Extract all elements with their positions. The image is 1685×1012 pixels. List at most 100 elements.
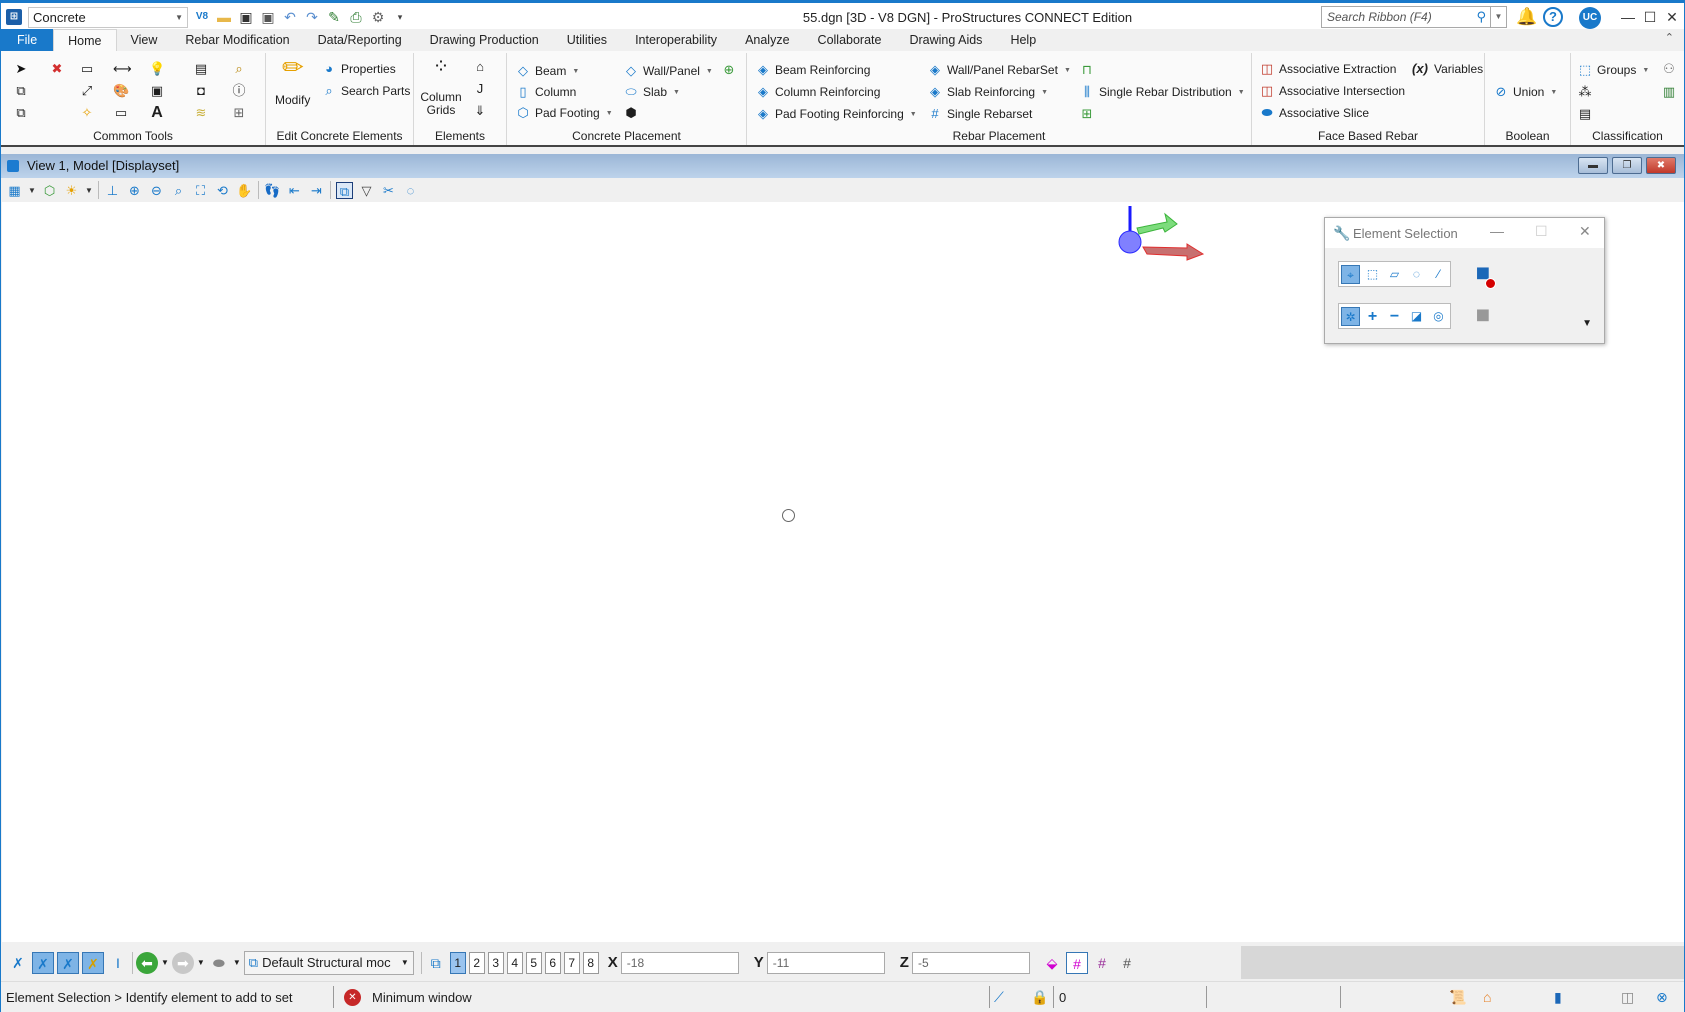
display-style-icon[interactable]: ⬡ bbox=[41, 182, 58, 199]
individual-method-icon[interactable]: ⌖ bbox=[1341, 264, 1360, 284]
wall-panel-button[interactable]: ◇ Wall/Panel ▼ bbox=[623, 63, 713, 79]
tab-view[interactable]: View bbox=[117, 29, 172, 51]
union-button[interactable]: ⊘ Union ▼ bbox=[1493, 84, 1558, 100]
home-icon[interactable]: ⌂ bbox=[1483, 989, 1491, 1005]
cell-icon[interactable]: ⊞ bbox=[231, 105, 247, 121]
app-logo-icon[interactable]: ⊞ bbox=[6, 9, 22, 25]
view-close-button[interactable]: ✖ bbox=[1646, 157, 1676, 174]
view-button-4[interactable]: 4 bbox=[506, 951, 523, 974]
classification-icon[interactable]: ▤ bbox=[1577, 106, 1593, 122]
new-mode-icon[interactable]: ✲ bbox=[1341, 306, 1360, 326]
search-dropdown-button[interactable]: ▼ bbox=[1491, 6, 1507, 28]
variables-button[interactable]: (x) Variables bbox=[1410, 61, 1483, 77]
column-reinforcing-button[interactable]: ◈ Column Reinforcing bbox=[755, 84, 880, 100]
document-icon[interactable]: ▤ bbox=[193, 61, 209, 77]
maximize-button[interactable]: ☐ bbox=[1640, 8, 1660, 26]
expand-dialog-icon[interactable]: ▼ bbox=[1582, 318, 1592, 329]
people-icon[interactable]: ⚇ bbox=[1661, 61, 1677, 77]
view-button-8[interactable]: 8 bbox=[582, 951, 599, 974]
workflow-combo[interactable]: Concrete ▼ bbox=[28, 7, 188, 28]
search-ribbon-input[interactable]: Search Ribbon (F4) ⚲ bbox=[1321, 6, 1491, 28]
palette-icon[interactable]: 🎨 bbox=[113, 83, 129, 99]
chevron-down-icon[interactable]: ▼ bbox=[28, 182, 36, 199]
notification-bell-icon[interactable]: 🔔 bbox=[1516, 7, 1537, 27]
properties-button[interactable]: ◕ Properties bbox=[321, 61, 396, 77]
chevron-down-icon[interactable]: ▼ bbox=[161, 958, 169, 967]
move-element-icon[interactable]: ⧉ bbox=[13, 105, 29, 121]
next-view-icon[interactable]: ⇥ bbox=[308, 182, 325, 199]
zoom-in-icon[interactable]: ⊕ bbox=[126, 182, 143, 199]
light-bulb-icon[interactable]: 💡 bbox=[149, 61, 165, 77]
dialog-minimize-button[interactable]: — bbox=[1490, 223, 1504, 239]
view-button-6[interactable]: 6 bbox=[544, 951, 561, 974]
grid-lock-icon[interactable]: # bbox=[1065, 951, 1088, 974]
tab-analyze[interactable]: Analyze bbox=[731, 29, 803, 51]
single-rebar-distribution-button[interactable]: ⫼ Single Rebar Distribution ▼ bbox=[1079, 84, 1245, 100]
model-box-icon[interactable]: ◫ bbox=[1621, 989, 1634, 1006]
search-parts-button[interactable]: ⌕ Search Parts bbox=[321, 83, 410, 99]
rectangle-icon[interactable]: ▭ bbox=[113, 105, 129, 121]
close-button[interactable]: ✕ bbox=[1662, 8, 1682, 26]
column-grid-icon[interactable]: ⁘ bbox=[428, 57, 454, 85]
tab-utilities[interactable]: Utilities bbox=[553, 29, 621, 51]
fence-icon[interactable]: ▣ bbox=[149, 83, 165, 99]
previous-view-icon[interactable]: ⇤ bbox=[286, 182, 303, 199]
structural-select-icon[interactable]: ✗ bbox=[7, 952, 29, 974]
column-grids-button[interactable]: Column Grids bbox=[420, 91, 462, 117]
layers-icon[interactable]: ≋ bbox=[193, 105, 209, 121]
view-button-7[interactable]: 7 bbox=[563, 951, 580, 974]
slab-reinforcing-button[interactable]: ◈ Slab Reinforcing ▼ bbox=[927, 84, 1048, 100]
view-restore-button[interactable]: ❐ bbox=[1612, 157, 1642, 174]
x-coordinate-input[interactable] bbox=[620, 951, 739, 974]
info-icon[interactable]: ⓘ bbox=[231, 83, 247, 99]
minimize-button[interactable]: — bbox=[1618, 8, 1638, 26]
notebook-icon[interactable]: ▮ bbox=[1554, 989, 1562, 1006]
select-all-icon[interactable]: ◼ bbox=[1472, 305, 1494, 328]
tab-file[interactable]: File bbox=[1, 29, 54, 51]
redo-icon[interactable]: ↷ bbox=[303, 8, 321, 26]
chevron-down-icon[interactable]: ▼ bbox=[233, 958, 241, 967]
window-area-icon[interactable]: ⌕ bbox=[170, 182, 187, 199]
z-coordinate-input[interactable] bbox=[911, 951, 1030, 974]
chevron-down-icon[interactable]: ▼ bbox=[197, 958, 205, 967]
add-concrete-icon[interactable]: ⊕ bbox=[721, 62, 737, 78]
battery-icon[interactable]: ▥ bbox=[1661, 84, 1677, 100]
forward-arrow-icon[interactable]: ➡ bbox=[171, 951, 194, 974]
group-elements-icon[interactable]: ⁂ bbox=[1577, 84, 1593, 100]
collapse-ribbon-icon[interactable]: ⌃ bbox=[1665, 31, 1674, 44]
pad-footing-reinforcing-button[interactable]: ◈ Pad Footing Reinforcing ▼ bbox=[755, 106, 917, 122]
view-attributes-icon[interactable]: ▦ bbox=[6, 182, 23, 199]
view-button-5[interactable]: 5 bbox=[525, 951, 542, 974]
copy-element-icon[interactable]: ⧉ bbox=[13, 83, 29, 99]
tab-help[interactable]: Help bbox=[996, 29, 1050, 51]
measure-icon[interactable]: ⟷ bbox=[113, 61, 132, 77]
block-method-icon[interactable]: ⬚ bbox=[1363, 265, 1382, 284]
help-icon[interactable]: ? bbox=[1543, 7, 1563, 27]
save-icon[interactable]: ▣ bbox=[237, 8, 255, 26]
groups-button[interactable]: ⬚ Groups ▼ bbox=[1577, 62, 1649, 78]
stair-icon[interactable]: ⬢ bbox=[623, 105, 639, 121]
wall-panel-rebarset-button[interactable]: ◈ Wall/Panel RebarSet ▼ bbox=[927, 62, 1071, 78]
clip-mask-icon[interactable]: ✂ bbox=[380, 182, 397, 199]
v8-icon[interactable]: V8 bbox=[193, 8, 211, 26]
view-rotation-icon[interactable]: ⧉ bbox=[336, 181, 353, 199]
tab-drawing-production[interactable]: Drawing Production bbox=[416, 29, 553, 51]
dialog-close-button[interactable]: ✕ bbox=[1579, 223, 1591, 240]
structural-history-icon[interactable]: ✗ bbox=[32, 951, 54, 974]
network-offline-icon[interactable]: ⊗ bbox=[1656, 989, 1668, 1006]
modify-button[interactable]: Modify bbox=[275, 93, 310, 107]
clip-volume-icon[interactable]: ▽ bbox=[358, 182, 375, 199]
select-arrow-icon[interactable]: ➤ bbox=[13, 61, 29, 77]
lighting-icon[interactable]: ☀ bbox=[63, 182, 80, 199]
view-button-3[interactable]: 3 bbox=[487, 951, 504, 974]
text-icon[interactable]: A bbox=[149, 105, 165, 121]
print-icon[interactable]: ⎙ bbox=[347, 8, 365, 26]
place-light-icon[interactable]: ✧ bbox=[79, 105, 95, 121]
y-coordinate-input[interactable] bbox=[766, 951, 885, 974]
tab-home[interactable]: Home bbox=[53, 29, 117, 51]
cube-icon[interactable]: ◘ bbox=[193, 83, 209, 99]
tab-rebar-modification[interactable]: Rebar Modification bbox=[171, 29, 303, 51]
associative-intersection-button[interactable]: ◫ Associative Intersection bbox=[1259, 83, 1405, 99]
add-rebar-icon[interactable]: ⊞ bbox=[1079, 106, 1095, 122]
chevron-down-icon[interactable]: ▼ bbox=[85, 182, 93, 199]
